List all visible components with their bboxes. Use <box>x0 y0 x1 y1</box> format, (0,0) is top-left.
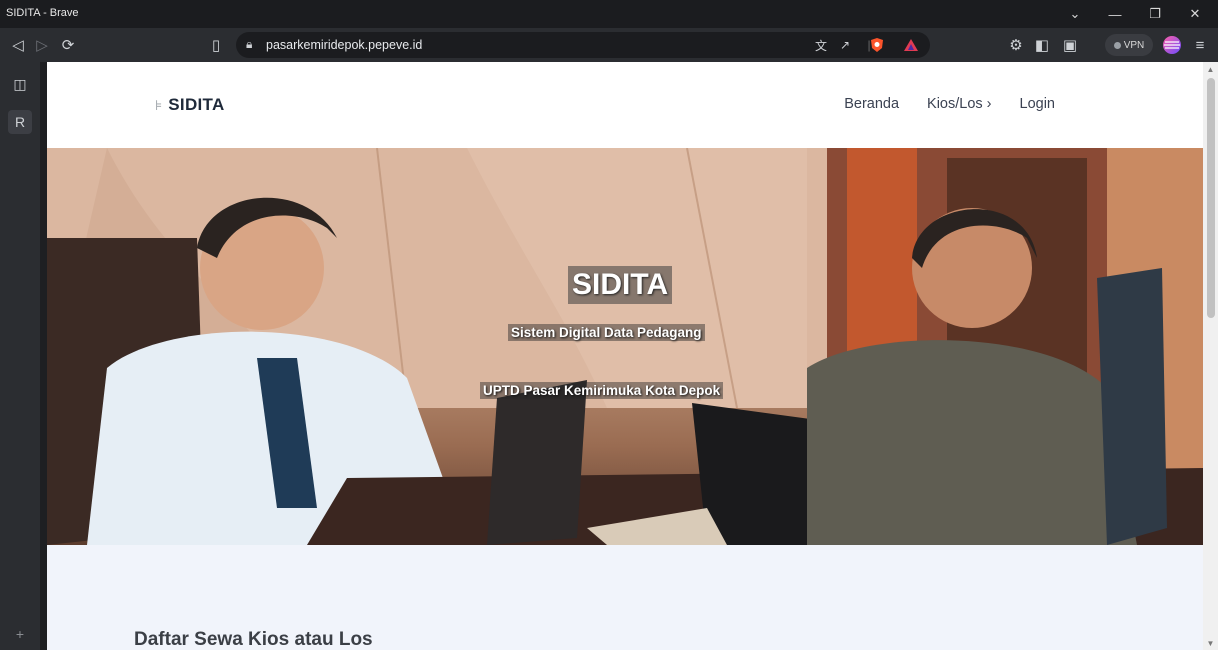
site-brand[interactable]: ⊧ SIDITA <box>155 95 225 115</box>
brand-name: SIDITA <box>168 95 225 114</box>
window-title: SIDITA - Brave <box>6 7 79 19</box>
address-url[interactable]: pasarkemiridepok.pepeve.id <box>266 38 422 52</box>
back-icon[interactable]: ◁ <box>6 28 30 62</box>
web-page: ⊧ SIDITA Beranda Kios/Los › Login SIDITA… <box>47 62 1203 650</box>
scroll-up-icon[interactable]: ▲ <box>1203 62 1218 76</box>
bookmark-icon[interactable]: ▯ <box>204 28 228 62</box>
hero-text: SIDITA Sistem Digital Data Pedagang UPTD… <box>47 148 1203 545</box>
extensions-icon[interactable]: ⚙ <box>1004 28 1028 62</box>
browser-sidebar: ◫ R + <box>0 62 40 650</box>
vpn-label: VPN <box>1123 39 1145 51</box>
reload-icon[interactable]: ⟳ <box>56 28 80 62</box>
sidebar-site-icon[interactable]: R <box>8 110 32 134</box>
vpn-button[interactable]: VPN <box>1105 34 1153 56</box>
wallet-icon[interactable]: ▣ <box>1058 28 1082 62</box>
hero-banner: SIDITA Sistem Digital Data Pedagang UPTD… <box>47 148 1203 545</box>
section-title: Daftar Sewa Kios atau Los <box>134 629 373 650</box>
browser-toolbar: ◁ ▷ ⟳ ▯ 🔒︎ pasarkemiridepok.pepeve.id 文 … <box>0 28 1218 62</box>
sidebar-toggle-icon[interactable]: ◧ <box>1030 28 1054 62</box>
sidebar-add-icon[interactable]: + <box>8 622 32 646</box>
hero-subtitle: Sistem Digital Data Pedagang <box>508 324 705 341</box>
minimize-button[interactable]: — <box>1098 0 1132 28</box>
nav-link-kios-los[interactable]: Kios/Los › <box>927 96 991 112</box>
hero-title: SIDITA <box>568 266 673 304</box>
page-scrollbar[interactable]: ▲ ▼ <box>1203 62 1218 650</box>
close-button[interactable]: ✕ <box>1178 0 1212 28</box>
forward-icon[interactable]: ▷ <box>30 28 54 62</box>
logo-icon: ⊧ <box>155 96 163 113</box>
nav-link-login[interactable]: Login <box>1020 96 1055 112</box>
hero-organization: UPTD Pasar Kemirimuka Kota Depok <box>480 382 724 399</box>
vpn-status-icon <box>1113 41 1121 49</box>
lock-icon: 🔒︎ <box>246 37 253 51</box>
translate-icon[interactable]: 文 <box>810 32 832 58</box>
leo-ai-icon[interactable] <box>1160 28 1184 62</box>
nav-link-beranda[interactable]: Beranda <box>844 96 899 112</box>
brave-shields-icon[interactable] <box>866 32 888 58</box>
window-titlebar: SIDITA - Brave ⌄ — ❐ ✕ <box>0 0 1218 28</box>
restore-button[interactable]: ❐ <box>1138 0 1172 28</box>
address-bar[interactable]: 🔒︎ pasarkemiridepok.pepeve.id 文 ↗ | <box>236 32 930 58</box>
brave-rewards-icon[interactable] <box>900 32 922 58</box>
menu-icon[interactable]: ≡ <box>1188 28 1212 62</box>
main-nav: Beranda Kios/Los › Login <box>844 96 1055 112</box>
site-navbar: ⊧ SIDITA Beranda Kios/Los › Login <box>47 62 1203 148</box>
scrollbar-thumb[interactable] <box>1207 78 1215 318</box>
scroll-down-icon[interactable]: ▼ <box>1203 636 1218 650</box>
sidebar-panel-icon[interactable]: ◫ <box>8 72 32 96</box>
share-icon[interactable]: ↗ <box>834 32 856 58</box>
tab-search-icon[interactable]: ⌄ <box>1058 0 1092 28</box>
